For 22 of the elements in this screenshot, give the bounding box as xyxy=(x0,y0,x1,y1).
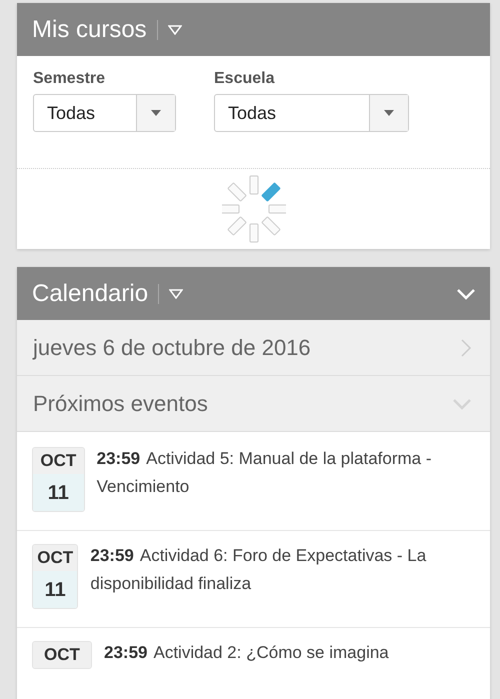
event-text[interactable]: 23:59 Actividad 2: ¿Cómo se imagina xyxy=(104,639,389,699)
filter-label: Semestre xyxy=(33,70,106,88)
select-field[interactable]: Todas xyxy=(214,94,409,132)
event-day: 11 xyxy=(33,474,84,511)
panel-title: Mis cursos xyxy=(32,16,147,44)
event-month: OCT xyxy=(33,448,84,474)
dropdown-triangle-icon[interactable] xyxy=(169,288,184,298)
select-field[interactable]: Todas xyxy=(33,94,176,132)
panel-title: Calendario xyxy=(32,280,148,308)
dropdown-triangle-icon[interactable] xyxy=(168,24,182,34)
loading-spinner-icon xyxy=(222,173,286,245)
caret-icon xyxy=(384,110,394,116)
collapse-chevron-icon[interactable] xyxy=(456,288,476,300)
event-month: OCT xyxy=(33,642,91,668)
caret-icon xyxy=(151,110,161,116)
event-month: OCT xyxy=(33,545,78,571)
section-title: Próximos eventos xyxy=(33,390,208,416)
event-day: 11 xyxy=(33,571,78,608)
current-date: jueves 6 de octubre de 2016 xyxy=(33,334,311,360)
filter-label: Escuela xyxy=(214,70,276,88)
event-text[interactable]: 23:59 Actividad 6: Foro de Expectativas - La disponibilidad finaliza xyxy=(90,542,474,617)
event-text[interactable]: 23:59 Actividad 5: Manual de la plataforma - Vencimiento xyxy=(96,445,474,520)
